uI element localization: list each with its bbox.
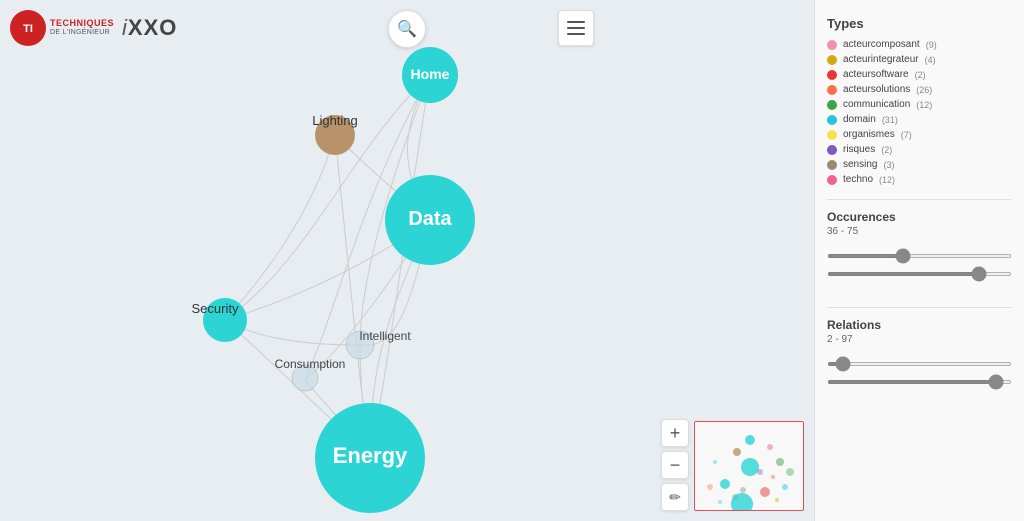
type-count: (26) (916, 85, 932, 95)
occurences-title: Occurences (827, 210, 1012, 224)
occurences-max-slider[interactable] (827, 272, 1012, 276)
menu-bar-3 (567, 33, 585, 35)
svg-text:TI: TI (23, 23, 33, 35)
mini-map (694, 421, 804, 511)
type-count: (9) (926, 40, 937, 50)
node-intelligent-label: Intelligent (359, 329, 411, 343)
mini-map-canvas (695, 422, 803, 510)
type-item-communication[interactable]: communication (12) (827, 99, 1012, 110)
type-count: (12) (916, 100, 932, 110)
ixxo-logo: iXXO (122, 15, 177, 41)
divider-2 (827, 307, 1012, 308)
relations-title: Relations (827, 318, 1012, 332)
type-item-acteurcomposant[interactable]: acteurcomposant (9) (827, 39, 1012, 50)
node-lighting-label: Lighting (312, 113, 358, 128)
types-title: Types (827, 16, 1012, 31)
node-home-label: Home (411, 66, 450, 82)
mini-map-svg (695, 422, 803, 510)
type-dot (827, 70, 837, 80)
type-label: acteursolutions (843, 84, 910, 95)
type-item-sensing[interactable]: sensing (3) (827, 159, 1012, 170)
ti-logo: TI TECHNIQUES DE L'INGÉNIEUR (10, 10, 114, 46)
node-energy-label: Energy (333, 443, 408, 468)
type-dot (827, 100, 837, 110)
type-label: communication (843, 99, 910, 110)
graph-svg: Home Lighting Data Security Intelligent … (0, 0, 814, 521)
search-button[interactable]: 🔍 (388, 10, 426, 48)
type-label: acteursoftware (843, 69, 909, 80)
type-count: (12) (879, 175, 895, 185)
right-panel: Types acteurcomposant (9) acteurintegrat… (814, 0, 1024, 521)
type-dot (827, 40, 837, 50)
type-dot (827, 160, 837, 170)
type-label: acteurcomposant (843, 39, 920, 50)
node-data-label: Data (408, 208, 452, 230)
type-count: (2) (881, 145, 892, 155)
type-count: (31) (882, 115, 898, 125)
type-label: acteurintegrateur (843, 54, 919, 65)
type-label: sensing (843, 159, 877, 170)
type-item-acteursoftware[interactable]: acteursoftware (2) (827, 69, 1012, 80)
type-item-acteursolutions[interactable]: acteursolutions (26) (827, 84, 1012, 95)
relations-section: Relations 2 - 97 (827, 318, 1012, 397)
type-label: organismes (843, 129, 895, 140)
ti-logo-icon: TI (10, 10, 46, 46)
edit-button[interactable]: ✏ (661, 483, 689, 511)
type-item-risques[interactable]: risques (2) (827, 144, 1012, 155)
search-icon: 🔍 (397, 19, 417, 39)
type-item-domain[interactable]: domain (31) (827, 114, 1012, 125)
header-logos: TI TECHNIQUES DE L'INGÉNIEUR iXXO (10, 10, 177, 46)
menu-bar-2 (567, 27, 585, 29)
main-graph-area: TI TECHNIQUES DE L'INGÉNIEUR iXXO 🔍 (0, 0, 814, 521)
type-item-organismes[interactable]: organismes (7) (827, 129, 1012, 140)
relations-max-slider[interactable] (827, 380, 1012, 384)
type-count: (3) (883, 160, 894, 170)
type-dot (827, 55, 837, 65)
zoom-in-button[interactable]: + (661, 419, 689, 447)
type-count: (4) (925, 55, 936, 65)
menu-bar-1 (567, 21, 585, 23)
relations-min-slider[interactable] (827, 362, 1012, 366)
type-dot (827, 115, 837, 125)
node-security-label: Security (192, 301, 239, 316)
type-dot (827, 175, 837, 185)
type-label: domain (843, 114, 876, 125)
type-dot (827, 85, 837, 95)
relations-range: 2 - 97 (827, 334, 1012, 345)
type-item-techno[interactable]: techno (12) (827, 174, 1012, 185)
zoom-controls: + − ✏ (661, 419, 689, 511)
node-consumption-label: Consumption (275, 357, 346, 371)
occurences-range: 36 - 75 (827, 226, 1012, 237)
type-count: (2) (915, 70, 926, 80)
type-item-acteurintegrateur[interactable]: acteurintegrateur (4) (827, 54, 1012, 65)
types-list: acteurcomposant (9) acteurintegrateur (4… (827, 39, 1012, 189)
type-dot (827, 130, 837, 140)
type-dot (827, 145, 837, 155)
ti-logo-text: TECHNIQUES DE L'INGÉNIEUR (50, 19, 114, 37)
type-label: risques (843, 144, 875, 155)
menu-button[interactable] (558, 10, 594, 46)
zoom-out-button[interactable]: − (661, 451, 689, 479)
occurences-section: Occurences 36 - 75 (827, 210, 1012, 289)
type-count: (7) (901, 130, 912, 140)
divider-1 (827, 199, 1012, 200)
occurences-min-slider[interactable] (827, 254, 1012, 258)
type-label: techno (843, 174, 873, 185)
